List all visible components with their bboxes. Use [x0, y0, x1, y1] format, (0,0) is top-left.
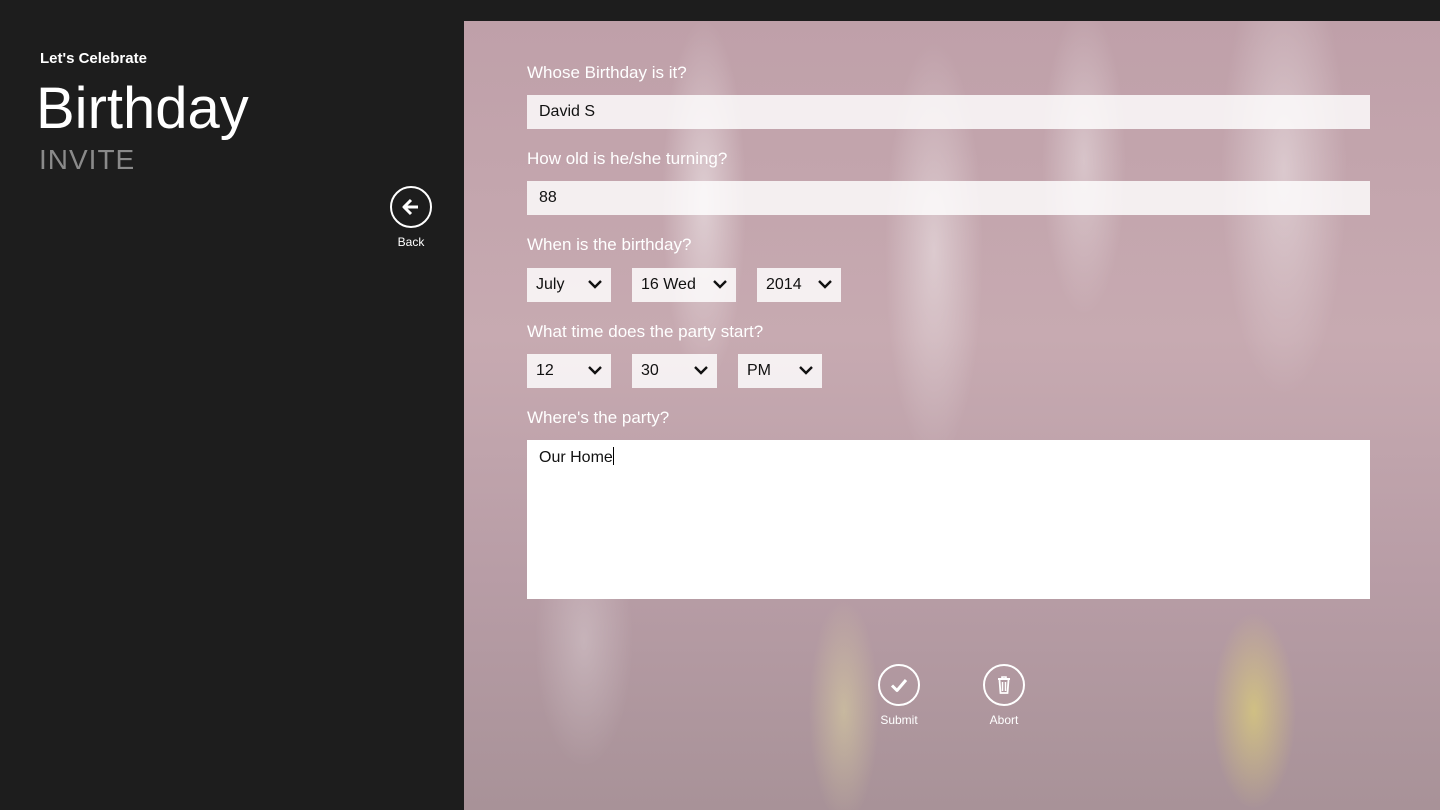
abort-button[interactable] [983, 664, 1025, 706]
time-label: What time does the party start? [527, 322, 764, 341]
back-arrow-icon [402, 198, 418, 216]
chevron-down-icon [713, 280, 727, 289]
year-select[interactable]: 2014 [757, 268, 841, 302]
location-value: Our Home [539, 449, 613, 466]
day-value: 16 Wed [641, 276, 696, 293]
chevron-down-icon [588, 280, 602, 289]
name-label: Whose Birthday is it? [527, 63, 687, 82]
abort-label: Abort [989, 713, 1019, 727]
chevron-down-icon [588, 366, 602, 375]
chevron-down-icon [694, 366, 708, 375]
sidebar: Let's Celebrate Birthday INVITE Back [0, 0, 464, 810]
location-textarea[interactable]: Our Home [527, 440, 1370, 599]
app-tag: INVITE [39, 144, 136, 175]
trash-icon [998, 676, 1010, 694]
location-label: Where's the party? [527, 408, 670, 427]
hour-select[interactable]: 12 [527, 354, 611, 388]
age-label: How old is he/she turning? [527, 149, 728, 168]
chevron-down-icon [818, 280, 832, 289]
text-caret [612, 447, 614, 465]
checkmark-icon [890, 679, 908, 692]
month-value: July [536, 276, 565, 293]
name-input[interactable]: David S [527, 95, 1370, 129]
back-button[interactable] [390, 186, 432, 228]
year-value: 2014 [766, 276, 802, 293]
minute-select[interactable]: 30 [632, 354, 717, 388]
submit-label: Submit [880, 713, 918, 727]
ampm-value: PM [747, 362, 771, 379]
back-label: Back [397, 235, 425, 249]
app-title: Birthday [36, 76, 249, 141]
chevron-down-icon [799, 366, 813, 375]
ampm-select[interactable]: PM [738, 354, 822, 388]
submit-button[interactable] [878, 664, 920, 706]
date-label: When is the birthday? [527, 235, 692, 254]
minute-value: 30 [641, 362, 659, 379]
day-select[interactable]: 16 Wed [632, 268, 736, 302]
hour-value: 12 [536, 362, 554, 379]
invite-form: Whose Birthday is it? David S How old is… [464, 21, 1440, 810]
age-input[interactable]: 88 [527, 181, 1370, 215]
app-subtitle: Let's Celebrate [40, 50, 147, 67]
month-select[interactable]: July [527, 268, 611, 302]
